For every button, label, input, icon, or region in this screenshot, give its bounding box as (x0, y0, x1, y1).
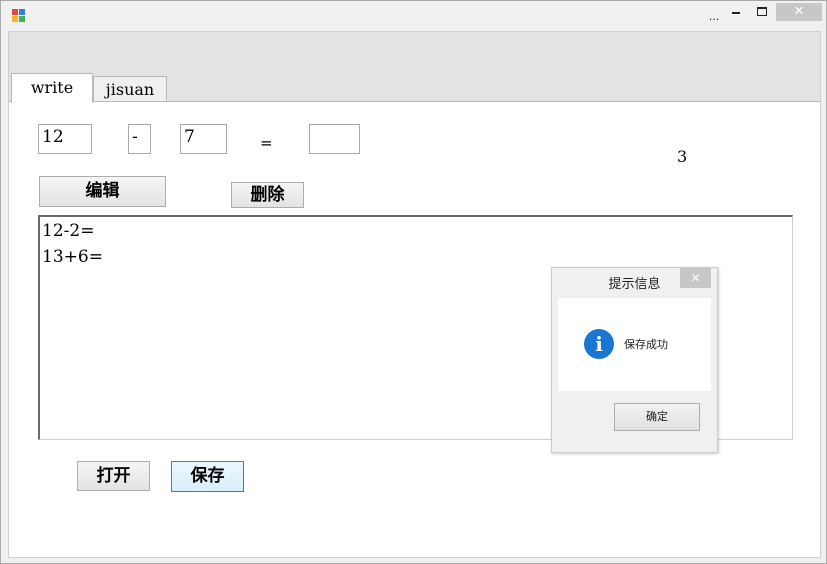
save-button[interactable]: 保存 (171, 461, 244, 492)
answer-input[interactable] (309, 124, 360, 154)
delete-button[interactable]: 删除 (231, 182, 304, 208)
dialog-message: 保存成功 (624, 338, 668, 351)
tab-jisuan[interactable]: jisuan (93, 76, 167, 102)
close-icon: ✕ (690, 271, 701, 285)
minimize-button[interactable] (727, 3, 745, 22)
content-line: 12-2= (42, 221, 95, 241)
operator-input[interactable]: - (128, 124, 151, 154)
equals-sign: = (260, 134, 273, 152)
result-label: 3 (677, 147, 688, 166)
maximize-icon (757, 7, 767, 16)
close-icon: ✕ (793, 4, 805, 19)
main-window: ... ✕ write jisuan 12 - 7 = 3 编辑 删除 12-2… (0, 0, 827, 564)
dialog-close-button[interactable]: ✕ (680, 268, 711, 288)
title-bar: ... ✕ (1, 1, 826, 29)
operand2-input[interactable]: 7 (180, 124, 227, 154)
message-dialog: 提示信息 ✕ i 保存成功 确定 (551, 267, 718, 453)
open-button[interactable]: 打开 (77, 461, 150, 491)
info-icon: i (584, 329, 614, 359)
more-options-button[interactable]: ... (704, 7, 724, 26)
minimize-icon (732, 12, 740, 14)
maximize-button[interactable] (753, 3, 771, 22)
edit-button[interactable]: 编辑 (39, 176, 166, 207)
operand1-input[interactable]: 12 (38, 124, 92, 154)
app-icon (12, 9, 25, 22)
dialog-body: i 保存成功 (558, 298, 711, 391)
dialog-ok-button[interactable]: 确定 (614, 403, 700, 431)
close-button[interactable]: ✕ (776, 3, 822, 21)
tab-write[interactable]: write (11, 73, 93, 103)
content-line: 13+6= (42, 247, 103, 267)
